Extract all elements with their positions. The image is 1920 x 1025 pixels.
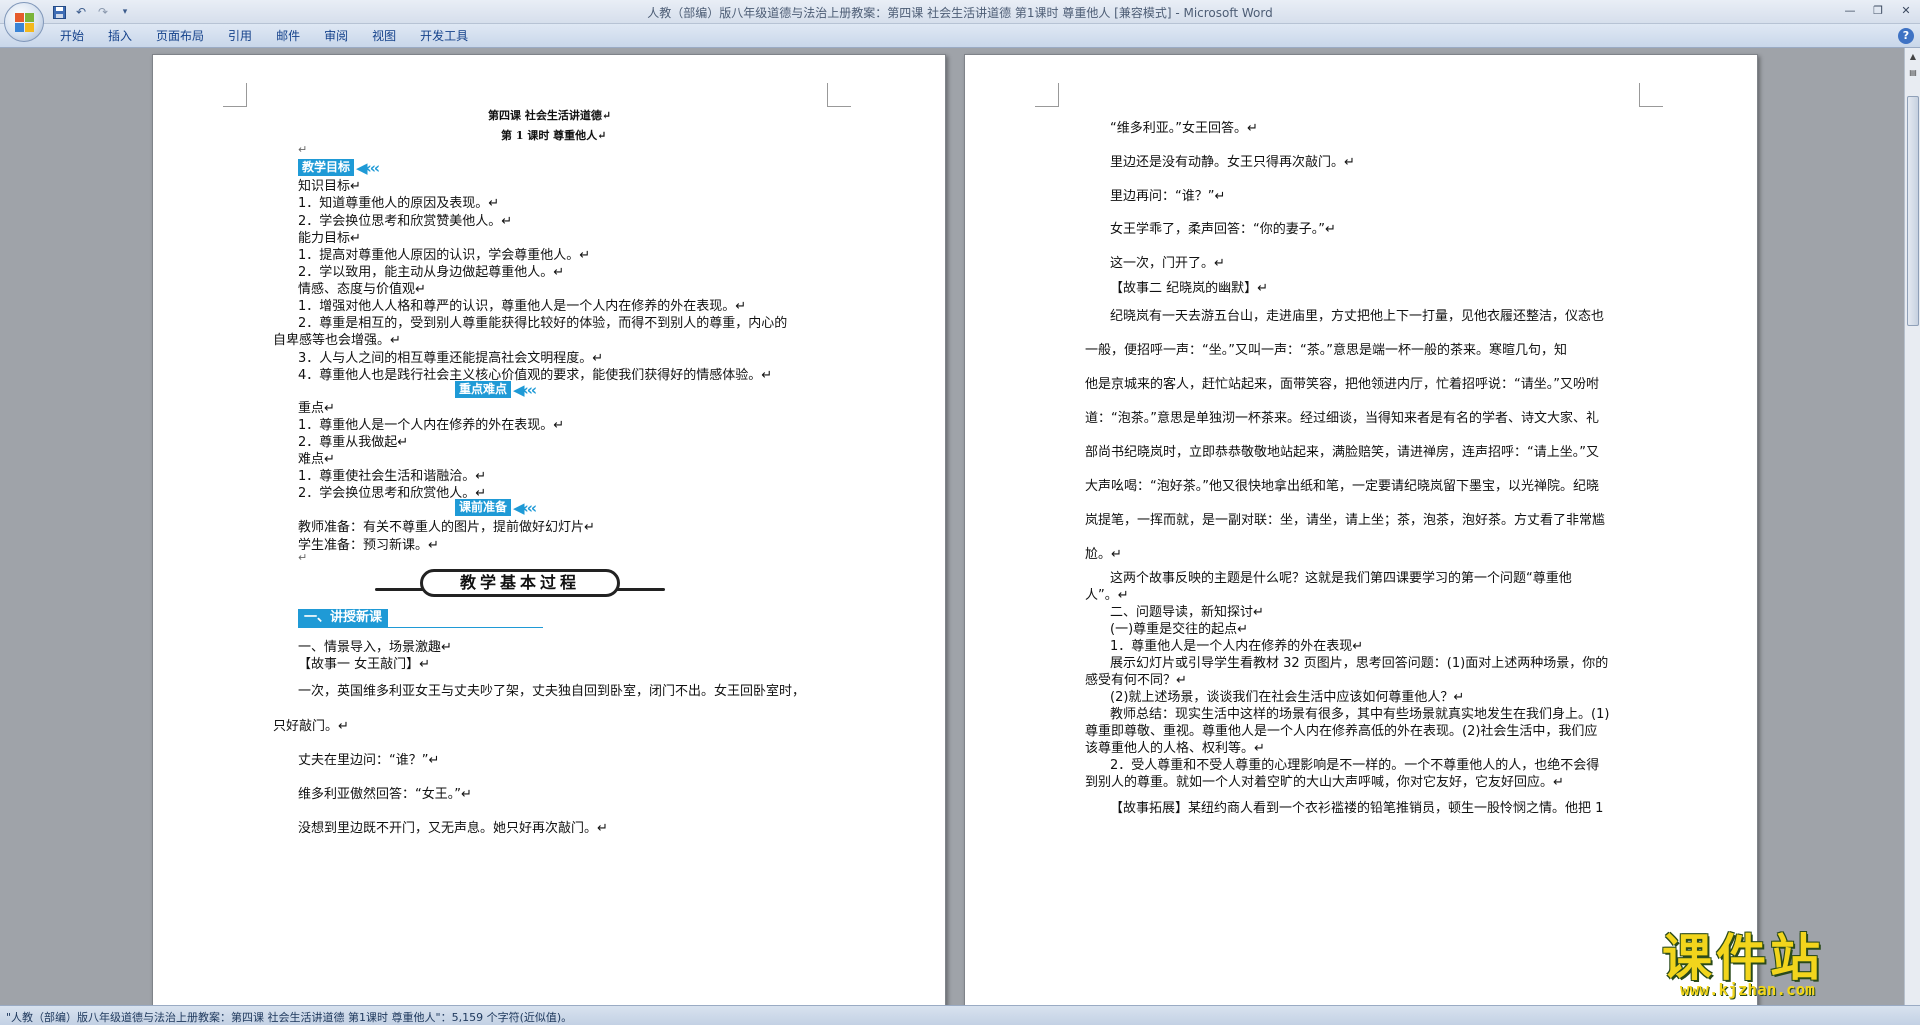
section-header-label: 课前准备 (455, 499, 512, 516)
watermark-logo: 课件站 www.kjzhan.com (1662, 918, 1914, 1002)
text-line: 里边还是没有动静。女王只得再次敲门。↵ (1110, 155, 1355, 170)
section-header-prep: 课前准备 ◀‹‹‹ (455, 498, 537, 517)
section-header-label: 重点难点 (455, 381, 512, 398)
title-bar: ↶ ↷ ▾ 人教（部编）版八年级道德与法治上册教案：第四课 社会生活讲道德 第1… (0, 0, 1920, 42)
text-line: 这两个故事反映的主题是什么呢？这就是我们第四课要学习的第一个问题“尊重他 (1110, 571, 1572, 586)
window-controls: — ❐ ✕ (1836, 0, 1920, 20)
status-text: "人教（部编）版八年级道德与法治上册教案：第四课 社会生活讲道德 第1课时 尊重… (6, 1011, 573, 1024)
text-line: 自卑感等也会增强。↵ (273, 333, 401, 348)
ribbon-tabs: 开始 插入 页面布局 引用 邮件 审阅 视图 开发工具 (48, 24, 480, 48)
restore-icon[interactable]: ❐ (1864, 0, 1892, 20)
crop-mark (827, 83, 851, 107)
tab-review[interactable]: 审阅 (312, 24, 360, 48)
scrollbar-thumb[interactable] (1907, 96, 1919, 326)
section-header-keypoints: 重点难点 ◀‹‹‹ (455, 380, 537, 399)
tab-page-layout[interactable]: 页面布局 (144, 24, 216, 48)
text-line: 道：“泡茶。”意思是单独沏一杯茶来。经过细谈，当得知来者是有名的学者、诗文大家、… (1085, 411, 1599, 426)
text-line: 纪晓岚有一天去游五台山，走进庙里，方丈把他上下一打量，见他衣履还整洁，仪态也 (1110, 309, 1605, 324)
watermark-url: www.kjzhan.com (1680, 980, 1815, 999)
text-line: 一般，便招呼一声：“坐。”又叫一声：“茶。”意思是端一杯一般的茶来。寒暄几句，知 (1085, 343, 1567, 358)
text-line: 尬。↵ (1085, 547, 1122, 562)
section-header-label: 教学目标 (298, 159, 355, 176)
tab-view[interactable]: 视图 (360, 24, 408, 48)
help-icon[interactable]: ? (1898, 28, 1914, 44)
ruler-toggle-icon[interactable]: ▤ (1906, 66, 1920, 80)
text-line: 岚提笔，一挥而就，是一副对联：坐，请坐，请上坐；茶，泡茶，泡好茶。方丈看了非常尴 (1085, 513, 1606, 528)
text-line: 一次，英国维多利亚女王与丈夫吵了架，丈夫独自回到卧室，闭门不出。女王回卧室时， (298, 684, 806, 699)
scroll-up-icon[interactable]: ▲ (1906, 50, 1920, 64)
lesson-subtitle: 第 1 课时 尊重他人↵ (501, 129, 607, 142)
lecture-section-header: 一、讲授新课 (298, 609, 543, 628)
document-page-right[interactable]: “维多利亚。”女王回答。↵ 里边还是没有动静。女王只得再次敲门。↵ 里边再问：“… (964, 54, 1758, 1005)
paragraph-mark: ↵ (298, 143, 308, 156)
document-area: 第四课 社会生活讲道德↵ 第 1 课时 尊重他人↵ ↵ 教学目标 ◀‹‹‹ 知识… (0, 48, 1904, 1005)
vertical-scrollbar[interactable]: ▲ ▤ (1904, 48, 1920, 1005)
chevrons-icon: ◀‹‹‹ (356, 158, 380, 177)
chevrons-icon: ◀‹‹‹ (513, 498, 537, 517)
ribbon-tab-bar: 开始 插入 页面布局 引用 邮件 审阅 视图 开发工具 ? (0, 24, 1920, 48)
text-line: “维多利亚。”女王回答。↵ (1110, 121, 1258, 136)
tab-insert[interactable]: 插入 (96, 24, 144, 48)
window-title: 人教（部编）版八年级道德与法治上册教案：第四课 社会生活讲道德 第1课时 尊重他… (647, 6, 1273, 20)
text-line: 1．知道尊重他人的原因及表现。↵ (298, 196, 500, 211)
text-line: 这一次，门开了。↵ (1110, 256, 1225, 271)
text-line: 【故事拓展】某纽约商人看到一个衣衫褴褛的铅笔推销员，顿生一股怜悯之情。他把 1 (1110, 801, 1604, 816)
section-header-objectives: 教学目标 ◀‹‹‹ (298, 158, 380, 177)
tab-mailings[interactable]: 邮件 (264, 24, 312, 48)
text-line: 里边再问：“谁？”↵ (1110, 189, 1226, 204)
paragraph-mark: ↵ (298, 551, 308, 564)
text-line: 【故事二 纪晓岚的幽默】↵ (1110, 281, 1269, 296)
text-line: 没想到里边既不开门，又无声息。她只好再次敲门。↵ (298, 821, 608, 836)
document-page-left[interactable]: 第四课 社会生活讲道德↵ 第 1 课时 尊重他人↵ ↵ 教学目标 ◀‹‹‹ 知识… (152, 54, 946, 1005)
text-line: 教师准备：有关不尊重人的图片，提前做好幻灯片↵ (298, 520, 595, 535)
tab-home[interactable]: 开始 (48, 24, 96, 48)
text-line: 大声吆喝：“泡好茶。”他又很快地拿出纸和笔，一定要请纪晓岚留下墨宝，以光禅院。纪… (1085, 479, 1599, 494)
crop-mark (1035, 83, 1059, 107)
crop-mark (1639, 83, 1663, 107)
banner-title: 教学基本过程 (420, 569, 620, 597)
close-icon[interactable]: ✕ (1892, 0, 1920, 20)
text-line: 只好敲门。↵ (273, 719, 349, 734)
office-logo-icon (15, 13, 35, 33)
lecture-section-label: 一、讲授新课 (298, 609, 389, 627)
text-line: 部尚书纪晓岚时，立即恭恭敬敬地站起来，满脸赔笑，请进禅房，连声招呼：“请上坐。”… (1085, 445, 1599, 460)
text-line: 【故事一 女王敲门】↵ (298, 657, 431, 672)
text-line: 维多利亚傲然回答：“女王。”↵ (298, 787, 472, 802)
text-line: 丈夫在里边问：“谁？”↵ (298, 753, 440, 768)
text-line: 他是京城来的客人，赶忙站起来，面带笑容，把他领进内厅，忙着招呼说：“请坐。”又吩… (1085, 377, 1599, 392)
text-line: 女王学乖了，柔声回答：“你的妻子。”↵ (1110, 222, 1336, 237)
process-banner: 教学基本过程 (375, 569, 665, 599)
office-button[interactable] (4, 2, 44, 42)
lesson-title: 第四课 社会生活讲道德↵ (488, 109, 612, 122)
tab-references[interactable]: 引用 (216, 24, 264, 48)
chevrons-icon: ◀‹‹‹ (513, 380, 537, 399)
tab-developer[interactable]: 开发工具 (408, 24, 480, 48)
status-bar: "人教（部编）版八年级道德与法治上册教案：第四课 社会生活讲道德 第1课时 尊重… (0, 1005, 1920, 1025)
crop-mark (223, 83, 247, 107)
text-line: 到别人的尊重。就如一个人对着空旷的大山大声呼喊，你对它友好，它友好回应。↵ (1085, 775, 1564, 790)
minimize-icon[interactable]: — (1836, 0, 1864, 20)
text-line: 学生准备：预习新课。↵ (298, 538, 439, 553)
